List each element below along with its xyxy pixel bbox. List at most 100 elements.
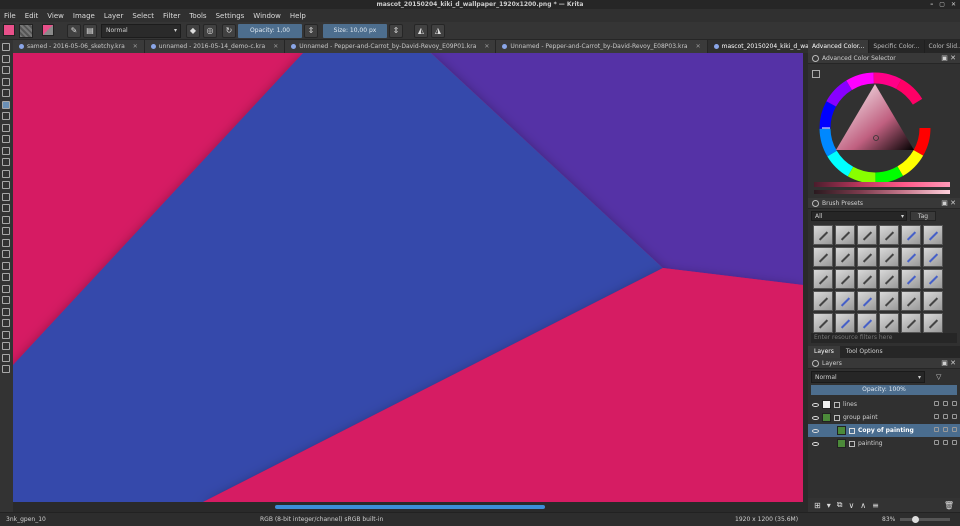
minimize-button[interactable]: – — [930, 0, 933, 9]
move-up-icon[interactable]: ∧ — [860, 501, 866, 510]
brush-preset-item[interactable] — [813, 247, 833, 267]
brush-preset-item[interactable] — [879, 291, 899, 311]
lock-icon[interactable] — [934, 440, 939, 445]
close-icon[interactable]: ✕ — [273, 40, 278, 53]
brush-preset-item[interactable] — [857, 313, 877, 333]
mirror-vertical-icon[interactable]: ◮ — [431, 24, 445, 38]
menu-select[interactable]: Select — [132, 12, 154, 20]
menu-edit[interactable]: Edit — [25, 12, 39, 20]
tool-crop-icon[interactable] — [2, 238, 10, 247]
inherit-alpha-icon[interactable] — [952, 440, 957, 445]
brush-preset-item[interactable] — [813, 313, 833, 333]
brush-preset-item[interactable] — [835, 291, 855, 311]
tool-select-icon[interactable] — [2, 43, 10, 51]
layer-menu-chevron-down-icon[interactable]: ▾ — [827, 501, 831, 510]
delete-layer-icon[interactable]: 🗑 — [944, 501, 954, 510]
menu-filter[interactable]: Filter — [163, 12, 180, 20]
maximize-button[interactable]: ▢ — [939, 0, 945, 9]
lock-icon[interactable] — [934, 427, 939, 432]
tool-measure-icon[interactable] — [2, 342, 10, 350]
tab-layers[interactable]: Layers — [808, 346, 840, 358]
brush-editor-icon[interactable]: ▤ — [83, 24, 97, 38]
layer-blend-mode-select[interactable]: Normal — [811, 371, 925, 383]
brush-preset-item[interactable] — [879, 269, 899, 289]
tool-ellipse-icon[interactable] — [2, 135, 10, 143]
inherit-alpha-icon[interactable] — [952, 401, 957, 406]
mirror-horizontal-icon[interactable]: ◭ — [414, 24, 428, 38]
brush-preset-item[interactable] — [901, 313, 921, 333]
document-tab[interactable]: Unnamed - Pepper-and-Carrot_by-David-Rev… — [496, 40, 708, 53]
brush-preset-item[interactable] — [901, 247, 921, 267]
float-close-icon[interactable]: ▣ ✕ — [941, 358, 956, 369]
tab-specific-color[interactable]: Specific Color... — [869, 40, 925, 53]
status-brush-name[interactable]: 3nk_gpen_10 — [6, 513, 46, 526]
visibility-eye-icon[interactable] — [812, 441, 819, 446]
hue-saturation-bar[interactable] — [814, 182, 950, 187]
brush-preset-item[interactable] — [923, 269, 943, 289]
value-bar[interactable] — [814, 190, 950, 194]
brush-preset-item[interactable] — [857, 269, 877, 289]
close-icon[interactable]: ✕ — [696, 40, 701, 53]
layer-row[interactable]: group paint — [808, 411, 960, 424]
tool-edit-shapes-icon[interactable] — [2, 66, 10, 74]
tool-transform-icon[interactable] — [2, 215, 10, 224]
visibility-eye-icon[interactable] — [812, 428, 819, 433]
brush-preset-item[interactable] — [857, 225, 877, 245]
brush-preset-item[interactable] — [835, 269, 855, 289]
blend-mode-select[interactable]: Normal — [101, 24, 181, 38]
tool-gradient-icon[interactable] — [2, 89, 10, 97]
alpha-lock-icon[interactable] — [943, 440, 948, 445]
lock-icon[interactable] — [934, 414, 939, 419]
menu-tools[interactable]: Tools — [189, 12, 206, 20]
layer-filter-icon[interactable]: ▽ — [936, 373, 941, 381]
tab-color-sliders[interactable]: Color Slid... — [925, 40, 960, 53]
tool-zoom-icon[interactable] — [2, 365, 10, 373]
float-close-icon[interactable]: ▣ ✕ — [941, 53, 956, 64]
opacity-slider[interactable]: Opacity: 1,00 — [238, 24, 302, 38]
tab-advanced-color[interactable]: Advanced Color... — [808, 40, 870, 53]
tool-line-icon[interactable] — [2, 112, 10, 120]
float-close-icon[interactable]: ▣ ✕ — [941, 198, 956, 209]
brush-preset-item[interactable] — [923, 225, 943, 245]
lock-icon[interactable] — [934, 401, 939, 406]
tool-fill-icon[interactable] — [2, 261, 10, 270]
reload-preset-icon[interactable]: ↻ — [222, 24, 236, 38]
tool-freehand-path-icon[interactable] — [2, 181, 10, 189]
tool-freehand-select-icon[interactable] — [2, 319, 10, 327]
alpha-lock-icon[interactable] — [943, 427, 948, 432]
brush-preset-item[interactable] — [901, 291, 921, 311]
size-slider[interactable]: Size: 10,00 px — [323, 24, 387, 38]
brush-preset-item[interactable] — [879, 247, 899, 267]
tool-bezier-icon[interactable] — [2, 169, 10, 178]
document-tab[interactable]: unnamed - 2016-05-14_demo-c.kra ✕ — [144, 40, 286, 53]
gradient-swatch[interactable] — [42, 24, 54, 36]
menu-layer[interactable]: Layer — [104, 12, 124, 20]
add-layer-icon[interactable]: ⊞ — [814, 501, 821, 510]
brush-preset-item[interactable] — [835, 247, 855, 267]
tab-tool-options[interactable]: Tool Options — [840, 346, 889, 358]
resource-filter-input[interactable]: Enter resource filters here — [811, 333, 957, 343]
brush-preset-item[interactable] — [901, 225, 921, 245]
tool-polygon-icon[interactable] — [2, 146, 10, 155]
brush-preset-item[interactable] — [857, 291, 877, 311]
menu-file[interactable]: File — [4, 12, 16, 20]
brush-preset-item[interactable] — [879, 313, 899, 333]
scrollbar-thumb[interactable] — [275, 505, 545, 509]
eraser-icon[interactable]: ◆ — [186, 24, 200, 38]
brush-preset-item[interactable] — [813, 269, 833, 289]
menu-settings[interactable]: Settings — [216, 12, 245, 20]
brush-preset-item[interactable] — [857, 247, 877, 267]
menu-help[interactable]: Help — [290, 12, 306, 20]
menu-window[interactable]: Window — [253, 12, 281, 20]
tool-polyline-icon[interactable] — [2, 158, 10, 166]
close-icon[interactable]: ✕ — [133, 40, 138, 53]
alpha-lock-icon[interactable] — [943, 401, 948, 406]
docker-lock-icon[interactable] — [812, 200, 819, 207]
tool-text-icon[interactable] — [2, 54, 10, 63]
horizontal-scrollbar[interactable] — [13, 502, 803, 512]
tool-calligraphy-icon[interactable] — [2, 77, 10, 86]
tool-ellipse-select-icon[interactable] — [2, 307, 10, 316]
menu-image[interactable]: Image — [73, 12, 95, 20]
zoom-slider[interactable] — [900, 516, 950, 523]
alpha-lock-icon[interactable] — [943, 414, 948, 419]
